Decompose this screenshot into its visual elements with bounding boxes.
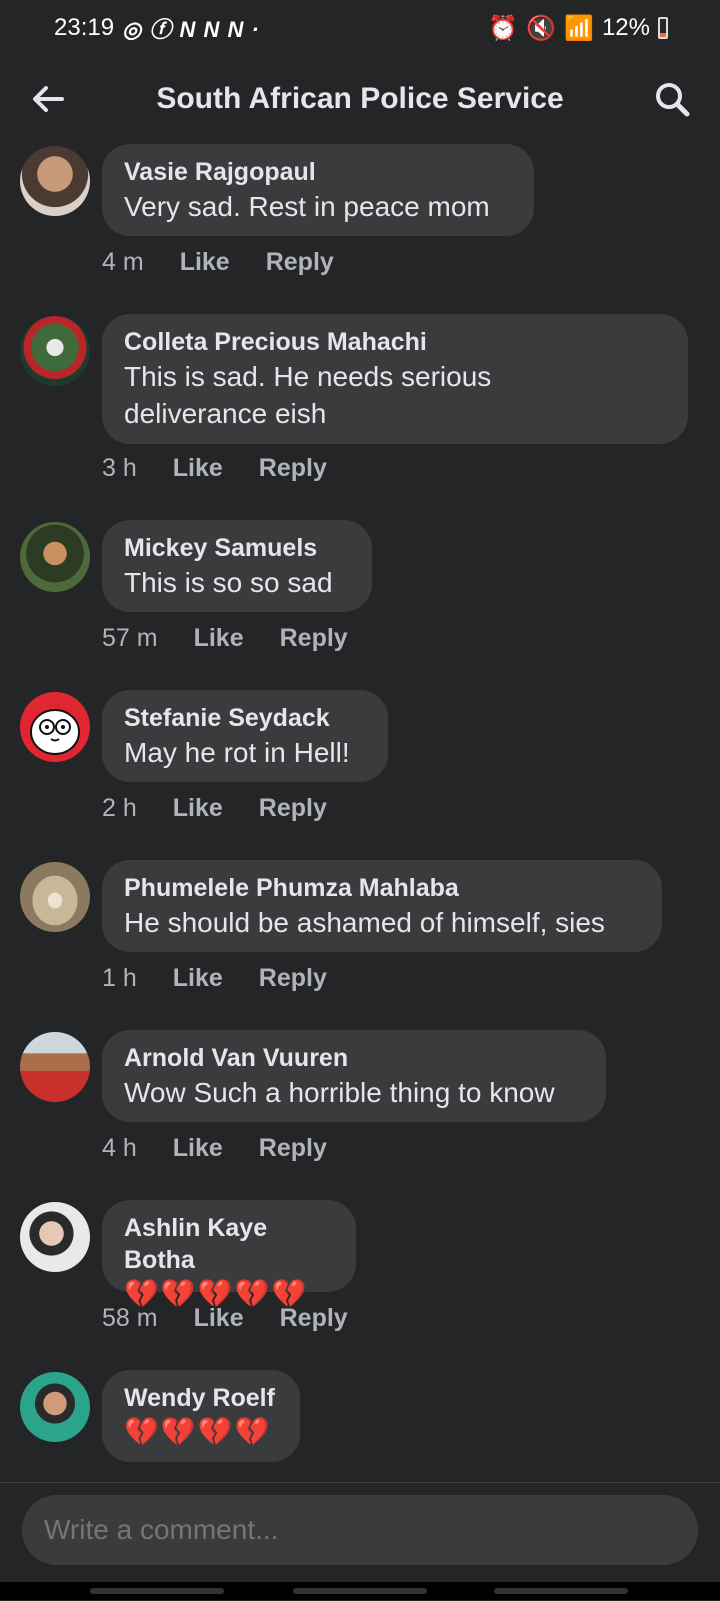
comment-time: 1 h xyxy=(102,964,137,992)
commenter-name[interactable]: Phumelele Phumza Mahlaba xyxy=(124,872,640,904)
status-right: ⏰ 🔇 📶 12% xyxy=(488,14,668,43)
comment-text: May he rot in Hell! xyxy=(124,737,350,768)
reply-button[interactable]: Reply xyxy=(280,1304,348,1333)
battery-icon xyxy=(658,17,668,39)
mute-icon: 🔇 xyxy=(526,14,557,42)
comment-list: Vasie Rajgopaul Very sad. Rest in peace … xyxy=(0,142,720,1482)
notification-icons: ◎ ⓕ N N N · xyxy=(122,17,260,42)
comment-time: 57 m xyxy=(102,624,158,652)
avatar[interactable] xyxy=(20,522,90,592)
alarm-icon: ⏰ xyxy=(488,14,519,42)
comment-time: 2 h xyxy=(102,794,137,822)
comment-text: Wow Such a horrible thing to know xyxy=(124,1077,555,1108)
avatar[interactable] xyxy=(20,146,90,216)
avatar[interactable] xyxy=(20,1032,90,1102)
battery-level: 12% xyxy=(601,14,650,41)
commenter-name[interactable]: Mickey Samuels xyxy=(124,532,350,564)
comment-bubble: Vasie Rajgopaul Very sad. Rest in peace … xyxy=(102,144,534,236)
comment-actions: 4 m Like Reply xyxy=(102,248,334,277)
commenter-name[interactable]: Vasie Rajgopaul xyxy=(124,156,512,188)
reply-button[interactable]: Reply xyxy=(259,794,327,823)
reply-button[interactable]: Reply xyxy=(259,454,327,483)
reply-button[interactable]: Reply xyxy=(259,1134,327,1163)
comment-bubble: Mickey Samuels This is so so sad xyxy=(102,520,372,612)
arrow-left-icon xyxy=(33,86,64,112)
like-button[interactable]: Like xyxy=(173,454,223,483)
nav-home[interactable] xyxy=(293,1588,427,1594)
reply-button[interactable]: Reply xyxy=(280,624,348,653)
comment-actions: 4 h Like Reply xyxy=(102,1134,327,1163)
wifi-icon: 📶 xyxy=(564,14,594,42)
comment-bubble: Ashlin Kaye Botha 💔💔💔💔💔 xyxy=(102,1200,356,1309)
comment-time: 58 m xyxy=(102,1304,158,1332)
commenter-name[interactable]: Arnold Van Vuuren xyxy=(124,1042,584,1074)
avatar[interactable] xyxy=(20,1202,90,1272)
comment-actions: 2 h Like Reply xyxy=(102,794,327,823)
comment-bubble: Colleta Precious Mahachi This is sad. He… xyxy=(102,314,688,444)
comment-bubble: Arnold Van Vuuren Wow Such a horrible th… xyxy=(102,1030,606,1122)
comment-actions: 57 m Like Reply xyxy=(102,624,348,653)
search-button[interactable] xyxy=(648,75,696,123)
comment-text: Very sad. Rest in peace mom xyxy=(124,191,490,222)
status-bar: 23:19 ◎ ⓕ N N N · ⏰ 🔇 📶 12% xyxy=(0,0,720,56)
comment-bubble: Phumelele Phumza Mahlaba He should be as… xyxy=(102,860,662,952)
app-header: South African Police Service xyxy=(0,56,720,142)
avatar[interactable] xyxy=(20,1372,90,1442)
avatar[interactable] xyxy=(20,316,90,386)
commenter-name[interactable]: Wendy Roelf xyxy=(124,1382,278,1414)
avatar[interactable] xyxy=(20,692,90,762)
status-left: 23:19 ◎ ⓕ N N N · xyxy=(54,12,260,44)
commenter-name[interactable]: Ashlin Kaye Botha xyxy=(124,1212,334,1276)
like-button[interactable]: Like xyxy=(194,624,244,653)
system-nav-bar xyxy=(0,1582,720,1600)
comment-actions: 1 h Like Reply xyxy=(102,964,327,993)
commenter-name[interactable]: Stefanie Seydack xyxy=(124,702,366,734)
comment-text: This is so so sad xyxy=(124,567,333,598)
commenter-name[interactable]: Colleta Precious Mahachi xyxy=(124,326,666,358)
like-button[interactable]: Like xyxy=(194,1304,244,1333)
comment-bubble: Stefanie Seydack May he rot in Hell! xyxy=(102,690,388,782)
like-button[interactable]: Like xyxy=(173,794,223,823)
search-icon xyxy=(656,83,690,117)
comment-text: deliverance eish xyxy=(124,398,327,429)
nav-back[interactable] xyxy=(494,1588,628,1594)
like-button[interactable]: Like xyxy=(173,1134,223,1163)
comment-time: 4 h xyxy=(102,1134,137,1162)
comment-text: He should be ashamed of himself, sies xyxy=(124,907,605,938)
reply-button[interactable]: Reply xyxy=(266,248,334,277)
comment-actions: 58 m Like Reply xyxy=(102,1304,348,1333)
clock: 23:19 xyxy=(54,14,115,41)
comment-text: This is sad. He needs serious xyxy=(124,361,492,392)
reply-button[interactable]: Reply xyxy=(259,964,327,993)
cartoon-cat-icon xyxy=(30,709,80,755)
comment-input[interactable] xyxy=(22,1495,698,1565)
like-button[interactable]: Like xyxy=(180,248,230,277)
broken-heart-emojis: 💔💔💔💔 xyxy=(124,1416,272,1447)
comment-time: 3 h xyxy=(102,454,137,482)
back-button[interactable] xyxy=(24,75,72,123)
comment-time: 4 m xyxy=(102,248,144,276)
avatar[interactable] xyxy=(20,862,90,932)
comment-actions: 3 h Like Reply xyxy=(102,454,327,483)
comment-bubble: Wendy Roelf 💔💔💔💔 xyxy=(102,1370,300,1462)
page-title: South African Police Service xyxy=(156,82,564,115)
nav-recent[interactable] xyxy=(90,1588,224,1594)
like-button[interactable]: Like xyxy=(173,964,223,993)
